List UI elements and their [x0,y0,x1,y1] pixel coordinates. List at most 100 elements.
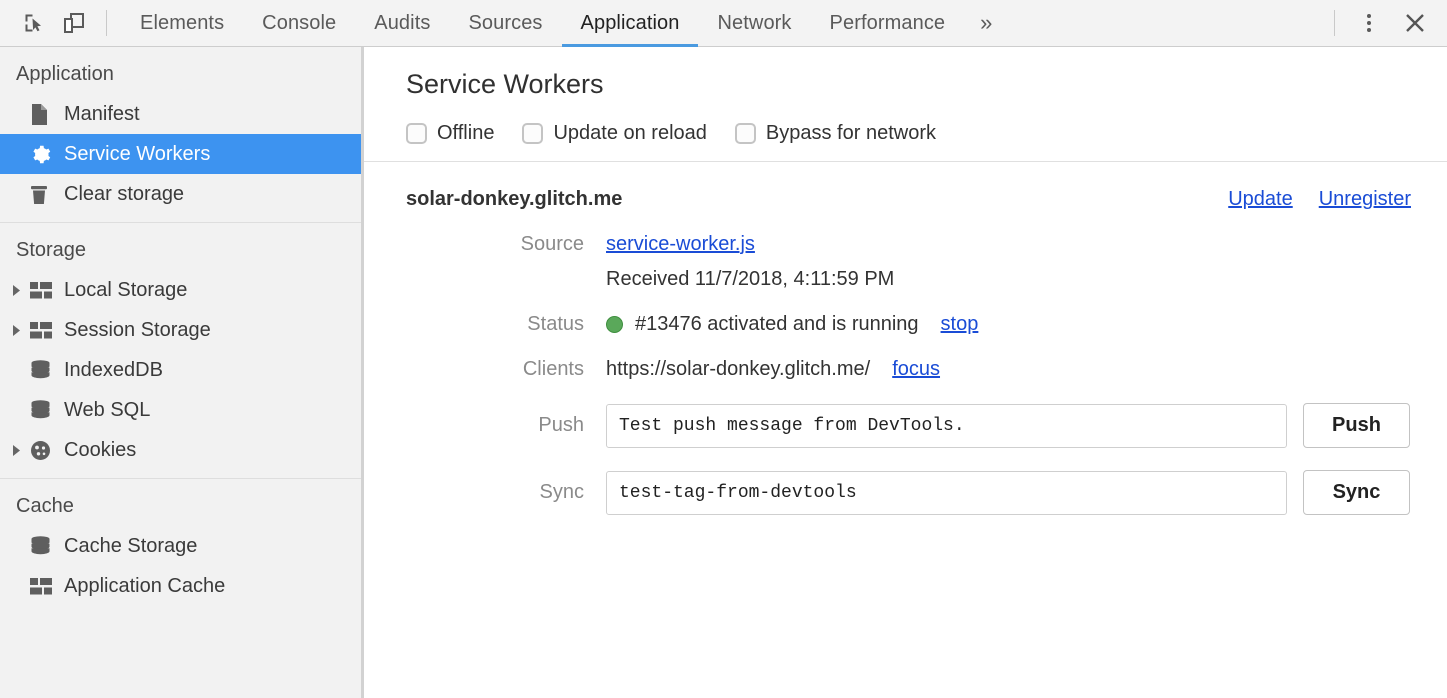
checkbox-update-on-reload[interactable]: Update on reload [522,122,706,145]
tab-label: Application [581,12,680,35]
table-icon [30,322,56,339]
checkbox-bypass-for-network[interactable]: Bypass for network [735,122,936,145]
toolbar-divider [106,10,107,36]
service-workers-panel: Service Workers Offline Update on reload… [364,47,1447,698]
inspect-element-icon[interactable] [14,3,54,43]
sidebar-item-local-storage[interactable]: Local Storage [0,270,361,310]
checkbox-label: Offline [437,122,494,145]
checkbox-box[interactable] [406,123,427,144]
sync-button[interactable]: Sync [1303,470,1410,515]
source-file-link[interactable]: service-worker.js [606,233,755,256]
stop-link[interactable]: stop [941,313,979,336]
sidebar-item-web-sql[interactable]: Web SQL [0,390,361,430]
kebab-menu-icon[interactable] [1349,3,1389,43]
sync-row: Sync Sync [364,470,1447,515]
tab-elements[interactable]: Elements [121,0,243,47]
expand-caret-icon[interactable] [8,325,24,336]
sidebar-item-manifest[interactable]: Manifest [0,94,361,134]
toolbar-divider-right [1334,10,1335,36]
sidebar-section-storage: Storage Local Storage [0,222,361,478]
tab-label: Performance [830,12,946,35]
sidebar-section-title: Storage [0,223,361,270]
sidebar-item-label: Manifest [64,103,140,126]
sidebar-item-label: Cookies [64,439,136,462]
panel-header: Service Workers Offline Update on reload… [364,47,1447,162]
sync-input[interactable] [606,471,1287,515]
sidebar-item-label: Session Storage [64,319,211,342]
push-button[interactable]: Push [1303,403,1410,448]
push-row: Push Push [364,403,1447,448]
devtools-body: Application Manifest Service Workers [0,47,1447,698]
tab-network[interactable]: Network [698,0,810,47]
cookie-icon [30,440,56,461]
trash-icon [30,184,56,205]
checkbox-label: Update on reload [553,122,706,145]
devtools-window: Elements Console Audits Sources Applicat… [0,0,1447,698]
received-value: Received 11/7/2018, 4:11:59 PM [606,268,894,291]
expand-caret-icon[interactable] [8,445,24,456]
tab-label: Network [717,12,791,35]
close-icon[interactable] [1393,3,1437,43]
source-row: Source service-worker.js [364,233,1447,256]
application-sidebar: Application Manifest Service Workers [0,47,364,698]
clients-value: https://solar-donkey.glitch.me/ focus [606,358,940,381]
database-icon [30,360,56,380]
sidebar-section-title: Cache [0,479,361,526]
sync-label: Sync [406,481,606,504]
sidebar-item-label: Application Cache [64,575,225,598]
sidebar-item-clear-storage[interactable]: Clear storage [0,174,361,214]
sidebar-item-label: IndexedDB [64,359,163,382]
expand-caret-icon[interactable] [8,285,24,296]
unregister-link[interactable]: Unregister [1319,188,1411,211]
sidebar-item-service-workers[interactable]: Service Workers [0,134,361,174]
page-title: Service Workers [406,69,1447,100]
registration-actions: Update Unregister [1228,188,1411,211]
more-tabs-chevron-icon[interactable]: » [964,0,1008,47]
panel-tabs: Elements Console Audits Sources Applicat… [121,0,1322,47]
source-label: Source [406,233,606,256]
tab-label: Audits [374,12,430,35]
sidebar-item-label: Web SQL [64,399,150,422]
checkbox-label: Bypass for network [766,122,936,145]
tab-label: Console [262,12,336,35]
tab-audits[interactable]: Audits [355,0,449,47]
checkbox-offline[interactable]: Offline [406,122,494,145]
gear-icon [30,144,56,165]
sidebar-item-session-storage[interactable]: Session Storage [0,310,361,350]
sidebar-section-title: Application [0,47,361,94]
received-row: Received 11/7/2018, 4:11:59 PM [364,268,1447,291]
sidebar-section-application: Application Manifest Service Workers [0,47,361,222]
tab-performance[interactable]: Performance [811,0,965,47]
checkbox-box[interactable] [522,123,543,144]
source-value: service-worker.js [606,233,755,256]
tab-label: Elements [140,12,224,35]
sidebar-item-application-cache[interactable]: Application Cache [0,566,361,606]
sidebar-item-indexeddb[interactable]: IndexedDB [0,350,361,390]
client-url: https://solar-donkey.glitch.me/ [606,358,870,381]
focus-link[interactable]: focus [892,358,940,381]
tab-application[interactable]: Application [562,0,699,47]
status-text: #13476 activated and is running [635,313,919,336]
checkbox-box[interactable] [735,123,756,144]
document-icon [30,104,56,125]
database-icon [30,536,56,556]
status-label: Status [406,313,606,336]
table-icon [30,578,56,595]
tab-sources[interactable]: Sources [449,0,561,47]
registration-header: solar-donkey.glitch.me Update Unregister [364,188,1447,211]
sidebar-item-cookies[interactable]: Cookies [0,430,361,470]
clients-label: Clients [406,358,606,381]
sidebar-item-label: Cache Storage [64,535,197,558]
status-indicator-dot [606,316,623,333]
push-label: Push [406,414,606,437]
device-toolbar-icon[interactable] [54,3,94,43]
tab-console[interactable]: Console [243,0,355,47]
clients-row: Clients https://solar-donkey.glitch.me/ … [364,358,1447,381]
status-value: #13476 activated and is running stop [606,313,978,336]
push-input[interactable] [606,404,1287,448]
update-link[interactable]: Update [1228,188,1293,211]
sidebar-item-cache-storage[interactable]: Cache Storage [0,526,361,566]
service-worker-registration: solar-donkey.glitch.me Update Unregister… [364,162,1447,515]
panel-options: Offline Update on reload Bypass for netw… [406,122,1447,145]
table-icon [30,282,56,299]
